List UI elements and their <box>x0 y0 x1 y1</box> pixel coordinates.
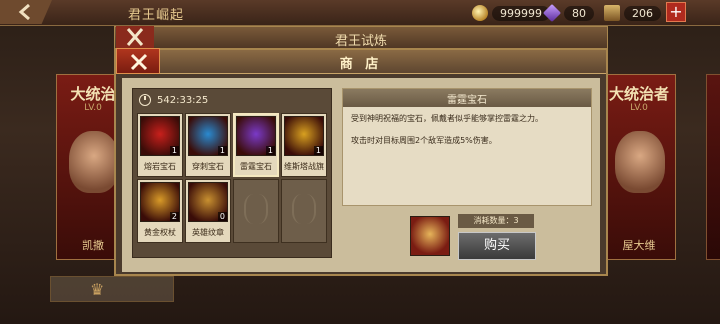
item-label: 熔岩宝石 <box>144 162 176 171</box>
shop-item-slot[interactable]: 2 黄金权杖 <box>137 179 183 243</box>
item-grid-area: 542:33:25 1 熔岩宝石 1 穿刺宝石 1 雷霆宝石 1 维斯塔战旗 2 黄金权杖 0 英雄纹… <box>132 88 332 258</box>
treasure-chest-icon <box>604 5 620 21</box>
refresh-timer: 542:33:25 <box>139 93 208 107</box>
shop-body: 542:33:25 1 熔岩宝石 1 穿刺宝石 1 雷霆宝石 1 维斯塔战旗 2 黄金权杖 0 英雄纹… <box>122 78 600 272</box>
gem-counter: 80 <box>542 3 594 23</box>
shop-title: 商 店 <box>339 57 383 72</box>
laurel-icon <box>244 194 268 224</box>
item-quantity: 1 <box>265 146 275 155</box>
shop-item-slot[interactable]: 1 维斯塔战旗 <box>281 113 327 177</box>
bottom-tab[interactable] <box>50 276 174 302</box>
item-label: 维斯塔战旗 <box>284 162 324 171</box>
close-icon <box>130 53 148 71</box>
crown-icon: ♛ <box>90 280 105 299</box>
item-quantity: 1 <box>217 146 227 155</box>
chest-value: 206 <box>624 5 661 21</box>
hero-portrait <box>615 131 665 193</box>
item-label: 雷霆宝石 <box>240 162 272 171</box>
hero-card-partial[interactable] <box>706 74 720 260</box>
item-label: 穿刺宝石 <box>192 162 224 171</box>
chest-counter: 206 <box>604 4 661 22</box>
item-label: 黄金权杖 <box>144 228 176 237</box>
gem-value: 80 <box>564 5 594 21</box>
cost-label: 消耗数量：3 <box>458 214 534 228</box>
gold-counter: 999999 <box>472 4 550 22</box>
detail-item-name: 雷霆宝石 <box>447 95 487 106</box>
hero-emblem-icon <box>410 216 450 256</box>
purple-gem-icon <box>542 3 562 23</box>
gold-coin-icon <box>472 5 488 21</box>
back-button[interactable] <box>0 0 52 24</box>
gold-value: 999999 <box>492 5 550 21</box>
page-title: 君王崛起 <box>128 8 185 23</box>
empty-slot <box>233 179 279 243</box>
shop-item-slot[interactable]: 1 穿刺宝石 <box>185 113 231 177</box>
shop-dialog: 商 店 542:33:25 1 熔岩宝石 1 穿刺宝石 1 雷霆宝石 1 维斯塔战旗 2 黄金权杖… <box>114 48 608 276</box>
item-quantity: 2 <box>169 212 179 221</box>
hero-portrait <box>69 131 119 193</box>
close-icon <box>126 28 144 46</box>
trial-panel-title: 君王试炼 <box>334 34 387 49</box>
laurel-icon <box>292 194 316 224</box>
detail-header: 雷霆宝石 <box>343 89 591 107</box>
add-resource-button[interactable]: + <box>666 2 686 22</box>
trial-close-button[interactable] <box>116 26 154 48</box>
item-quantity: 1 <box>169 146 179 155</box>
item-detail: 雷霆宝石 受到神明祝福的宝石，佩戴者似乎能够掌控雷霆之力。 攻击时对目标周围2个… <box>342 88 592 206</box>
arrow-left-icon <box>18 4 30 20</box>
detail-effect: 攻击时对目标周围2个敌军造成5%伤害。 <box>351 136 497 145</box>
top-bar: 君王崛起 999999 80 206 + <box>0 0 720 26</box>
item-quantity: 1 <box>313 146 323 155</box>
empty-slot <box>281 179 327 243</box>
shop-header: 商 店 <box>116 50 606 74</box>
hero-card-right[interactable]: 大统治者 LV.0 屋大维 <box>602 74 676 260</box>
shop-item-slot[interactable]: 1 熔岩宝石 <box>137 113 183 177</box>
shop-close-button[interactable] <box>116 48 160 74</box>
item-label: 英雄纹章 <box>192 228 224 237</box>
shop-item-slot[interactable]: 0 英雄纹章 <box>185 179 231 243</box>
hero-level: LV.0 <box>630 103 648 113</box>
timer-value: 542:33:25 <box>157 94 209 106</box>
clock-icon <box>139 94 151 106</box>
item-quantity: 0 <box>217 212 227 221</box>
shop-item-slot[interactable]: 1 雷霆宝石 <box>233 113 279 177</box>
item-grid: 1 熔岩宝石 1 穿刺宝石 1 雷霆宝石 1 维斯塔战旗 2 黄金权杖 0 英雄纹章 <box>137 113 327 243</box>
buy-button[interactable]: 购买 <box>458 232 536 260</box>
detail-description: 受到神明祝福的宝石，佩戴者似乎能够掌控雷霆之力。 <box>351 114 543 123</box>
hero-title: 大统治者 <box>608 85 669 103</box>
hero-name: 屋大维 <box>622 239 656 252</box>
trial-panel-header: 君王试炼 <box>114 26 608 50</box>
